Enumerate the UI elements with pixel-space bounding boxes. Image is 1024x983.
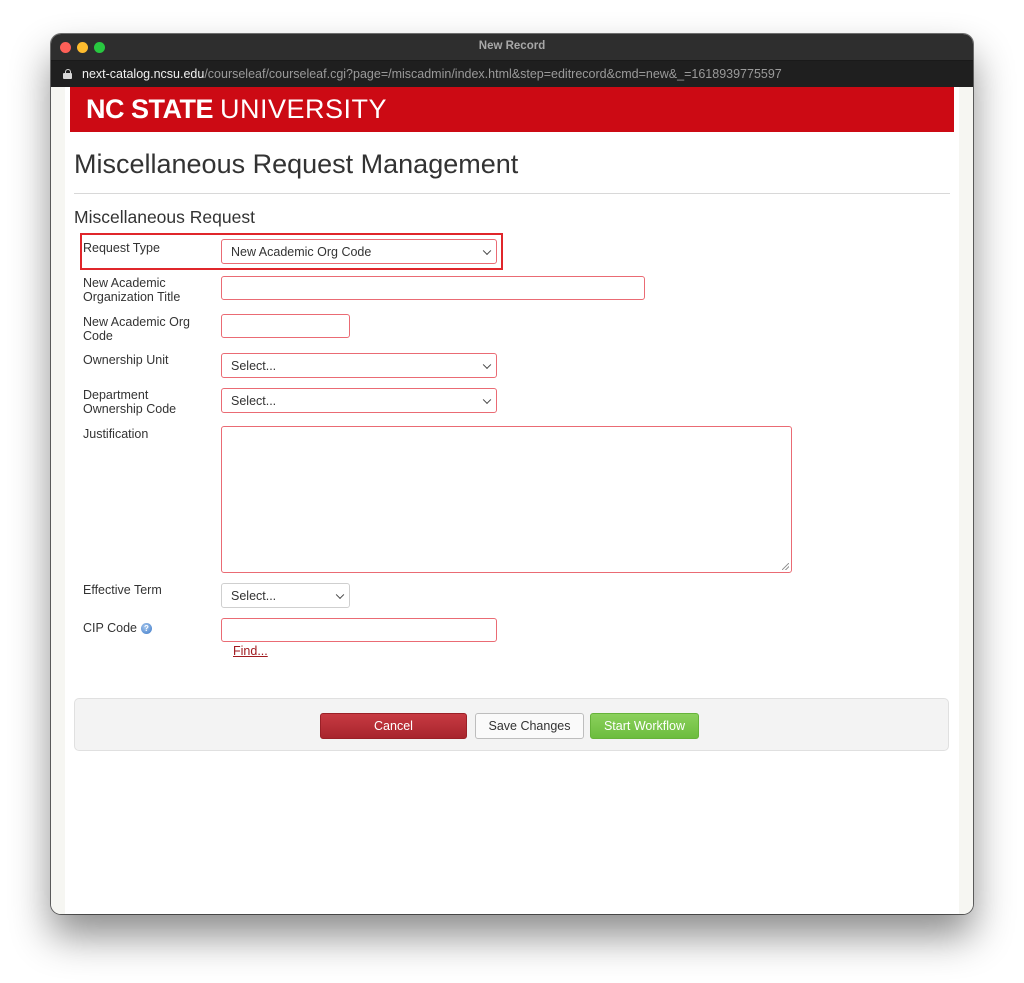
url-host: next-catalog.ncsu.edu	[82, 67, 205, 81]
chevron-down-icon	[335, 590, 345, 599]
lock-icon	[63, 69, 72, 79]
section-title: Miscellaneous Request	[74, 207, 255, 227]
request-type-value: New Academic Org Code	[231, 244, 372, 259]
dept-ownership-code-value: Select...	[231, 393, 277, 408]
effective-term-label: Effective Term	[83, 583, 162, 597]
resize-grip-icon[interactable]	[782, 563, 789, 570]
chevron-down-icon	[482, 360, 492, 369]
org-code-input[interactable]	[221, 314, 350, 338]
find-cip-link[interactable]: Find...	[233, 644, 268, 658]
action-bar: Cancel Save Changes Start Workflow	[74, 698, 949, 751]
effective-term-select[interactable]: Select...	[221, 583, 350, 608]
justification-textarea[interactable]	[221, 426, 792, 573]
page-title: Miscellaneous Request Management	[74, 149, 519, 179]
cip-code-label-group: CIP Code?	[83, 621, 152, 635]
address-bar[interactable]: next-catalog.ncsu.edu/courseleaf/coursel…	[51, 61, 973, 87]
ownership-unit-select[interactable]: Select...	[221, 353, 497, 378]
browser-window: New Record next-catalog.ncsu.edu/coursel…	[51, 34, 973, 914]
org-code-label: New Academic Org Code	[83, 315, 190, 343]
justification-label: Justification	[83, 427, 149, 441]
url-path: /courseleaf/courseleaf.cgi?page=/miscadm…	[204, 67, 782, 81]
university-banner: NC STATE UNIVERSITY	[70, 87, 954, 132]
dept-ownership-code-select[interactable]: Select...	[221, 388, 497, 413]
request-type-label: Request Type	[83, 241, 160, 255]
page-body: NC STATE UNIVERSITY Miscellaneous Reques…	[65, 87, 959, 914]
ownership-unit-label: Ownership Unit	[83, 353, 169, 367]
title-bar: New Record	[51, 34, 973, 61]
start-workflow-button[interactable]: Start Workflow	[590, 713, 699, 739]
logo-light-text: UNIVERSITY	[220, 94, 388, 124]
request-type-select[interactable]: New Academic Org Code	[221, 239, 497, 264]
dept-ownership-code-label: Department Ownership Code	[83, 388, 177, 416]
ownership-unit-value: Select...	[231, 358, 277, 373]
cancel-button[interactable]: Cancel	[320, 713, 467, 739]
logo-bold-text: NC STATE	[86, 94, 214, 124]
divider	[74, 193, 950, 194]
org-title-label: New Academic Organization Title	[83, 276, 181, 304]
chevron-down-icon	[482, 395, 492, 404]
chevron-down-icon	[482, 246, 492, 255]
window-title: New Record	[478, 40, 546, 52]
org-title-input[interactable]	[221, 276, 645, 300]
cip-code-label: CIP Code	[83, 621, 137, 635]
effective-term-value: Select...	[231, 588, 277, 603]
save-changes-button[interactable]: Save Changes	[475, 713, 584, 739]
university-logo[interactable]: NC STATE UNIVERSITY	[86, 94, 387, 125]
cip-code-input[interactable]	[221, 618, 497, 642]
help-icon[interactable]: ?	[140, 623, 152, 635]
page-content: NC STATE UNIVERSITY Miscellaneous Reques…	[51, 87, 973, 914]
